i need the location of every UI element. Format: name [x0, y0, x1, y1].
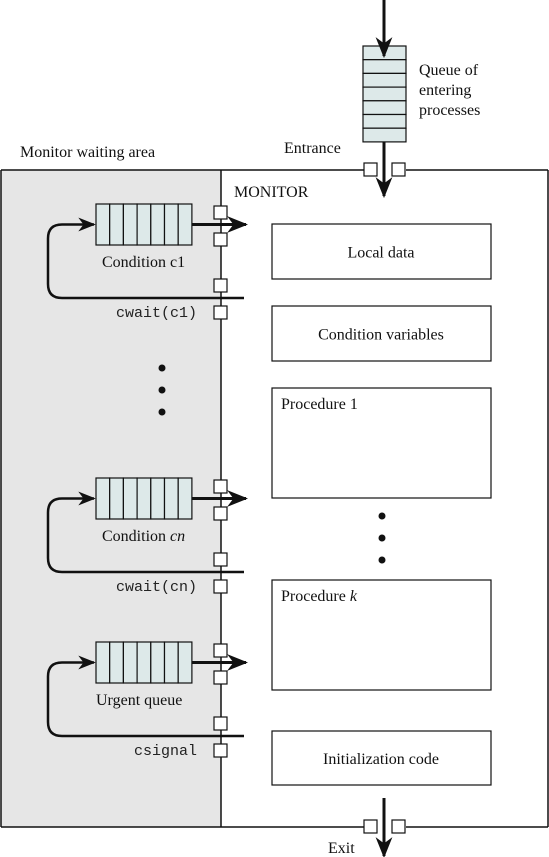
queue-cell: [362, 113, 407, 129]
component-label: Local data: [347, 245, 414, 262]
gate-square: [213, 205, 228, 220]
gate-square: [213, 232, 228, 247]
queue-cell: [177, 641, 193, 684]
monitor-components: Local data Condition variables Procedure 1…: [271, 223, 492, 786]
queue-cell: [95, 641, 111, 684]
queue-cell: [122, 641, 138, 684]
gate-square: [213, 305, 228, 320]
monitor-component-box: Procedure k: [271, 579, 492, 691]
queue-cell: [109, 203, 124, 246]
queue-cell: [362, 127, 407, 143]
queue-cell: [362, 72, 407, 88]
gate-square: [213, 643, 228, 658]
queue-cell: [95, 477, 111, 520]
gate-square: [213, 552, 228, 567]
queue-cell: [163, 641, 179, 684]
ellipsis-dot: [158, 364, 166, 372]
exit-gate-left: [363, 819, 378, 834]
queue-operation-label: cwait(cn): [116, 579, 197, 596]
queue-cell: [150, 203, 166, 246]
queue-cell: [163, 203, 179, 246]
queue-cell: [362, 86, 407, 102]
queue-name-label: Urgent queue: [96, 692, 182, 709]
component-label: Condition variables: [318, 327, 444, 344]
queue-cell: [177, 477, 193, 520]
procedures-ellipsis: [378, 512, 386, 564]
monitor-component-box: Condition variables: [271, 305, 492, 362]
gate-square: [213, 278, 228, 293]
queue-cell: [177, 203, 193, 246]
gate-square: [213, 670, 228, 685]
queue-cell: [95, 203, 111, 246]
monitor-component-box: Procedure 1: [271, 387, 492, 499]
queue-operation-label: csignal: [134, 743, 197, 760]
gate-square: [213, 579, 228, 594]
monitor-label: MONITOR: [234, 184, 309, 201]
monitor-diagram: Monitor waiting area Entrance MONITOR Qu…: [0, 0, 549, 857]
queue-entering-label-line3: processes: [419, 102, 480, 119]
queue-cell: [122, 477, 138, 520]
exit-label: Exit: [328, 840, 355, 857]
queue-cell: [136, 477, 152, 520]
queue-cell: [362, 59, 407, 75]
component-label: Procedure k: [281, 588, 358, 605]
entrance-gate-left: [363, 162, 378, 177]
queue-entering-label-line1: Queue of: [419, 62, 479, 79]
exit-gate-right: [391, 819, 406, 834]
queue-entering-label-line2: entering: [419, 82, 471, 99]
ellipsis-dot: [158, 386, 166, 394]
ellipsis-dot: [378, 512, 386, 520]
queue-cell: [150, 477, 166, 520]
ellipsis-dot: [378, 534, 386, 542]
ellipsis-dot: [158, 408, 166, 416]
queue-cell: [163, 477, 179, 520]
component-label: Initialization code: [323, 751, 439, 768]
entrance-gate-right: [391, 162, 406, 177]
gate-square: [213, 716, 228, 731]
queue-cell: [122, 203, 138, 246]
queue-cell: [109, 641, 124, 684]
queue-operation-label: cwait(c1): [116, 305, 197, 322]
queue-cell: [136, 203, 152, 246]
component-label: Procedure 1: [281, 396, 358, 413]
queue-cell: [136, 641, 152, 684]
queue-cell: [362, 100, 407, 116]
ellipsis-dot: [378, 556, 386, 564]
queue-cell: [109, 477, 124, 520]
queue-cell: [150, 641, 166, 684]
monitor-component-box: Local data: [271, 223, 492, 280]
gate-square: [213, 506, 228, 521]
gate-square: [213, 743, 228, 758]
monitor-component-box: Initialization code: [271, 730, 492, 786]
entrance-label: Entrance: [284, 140, 341, 157]
gate-square: [213, 479, 228, 494]
entering-process-queue: [362, 45, 407, 143]
queue-name-label: Condition c1: [102, 254, 185, 271]
monitor-waiting-area-label: Monitor waiting area: [20, 144, 155, 161]
queue-name-label: Condition cn: [102, 528, 185, 545]
